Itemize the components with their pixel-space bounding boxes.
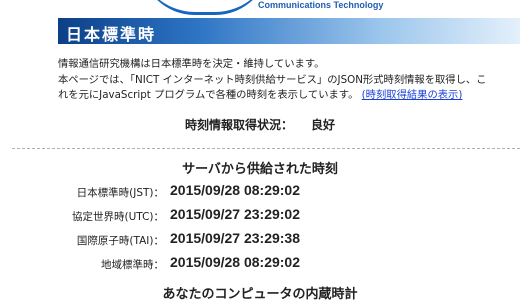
page-title: 日本標準時 (66, 25, 157, 44)
fetch-status-label: 時刻情報取得状況： (184, 118, 293, 132)
time-value-tai: 2015/09/27 23:29:38 (170, 230, 300, 246)
intro-line-3-text: れを元にJavaScript プログラムで各種の時刻を表示しています。 (58, 89, 359, 101)
intro-text: 情報通信研究機構は日本標準時を決定・維持しています。 本ページでは、「NICT … (58, 57, 516, 104)
fetch-result-link[interactable]: (時刻取得結果の表示) (362, 89, 463, 101)
section-divider (12, 148, 520, 149)
intro-line-2: 本ページでは、「NICT インターネット時刻供給サービス」のJSON形式時刻情報… (58, 73, 487, 86)
time-value-utc: 2015/09/27 23:29:02 (170, 206, 300, 222)
fetch-status: 時刻情報取得状況： 良好 (0, 116, 520, 133)
time-value-jst: 2015/09/28 08:29:02 (170, 182, 300, 198)
time-row-tai: 国際原子時(TAI)： 2015/09/27 23:29:38 (0, 228, 520, 250)
time-label-tai: 国際原子時(TAI)： (76, 235, 164, 247)
time-label-local: 地域標準時： (101, 259, 164, 271)
title-banner: 日本標準時 (58, 18, 520, 44)
logo-subtext: Communications Technology (258, 0, 384, 10)
top-area: Communications Technology (0, 0, 520, 20)
local-clock-heading: あなたのコンピュータの内蔵時計 (162, 287, 358, 302)
time-row-utc: 協定世界時(UTC)： 2015/09/27 23:29:02 (0, 204, 520, 226)
nict-logo-swoosh (140, 0, 270, 15)
intro-line-3: れを元にJavaScript プログラムで各種の時刻を表示しています。 (時刻取… (58, 88, 516, 104)
time-label-utc: 協定世界時(UTC)： (71, 211, 164, 223)
time-row-jst: 日本標準時(JST)： 2015/09/28 08:29:02 (0, 180, 520, 202)
time-value-local: 2015/09/28 08:29:02 (170, 254, 300, 270)
fetch-status-value: 良好 (311, 118, 336, 132)
server-time-heading: サーバから供給された時刻 (182, 162, 338, 177)
intro-line-1: 情報通信研究機構は日本標準時を決定・維持しています。 (58, 58, 325, 70)
time-row-local: 地域標準時： 2015/09/28 08:29:02 (0, 252, 520, 274)
time-label-jst: 日本標準時(JST)： (76, 187, 164, 199)
